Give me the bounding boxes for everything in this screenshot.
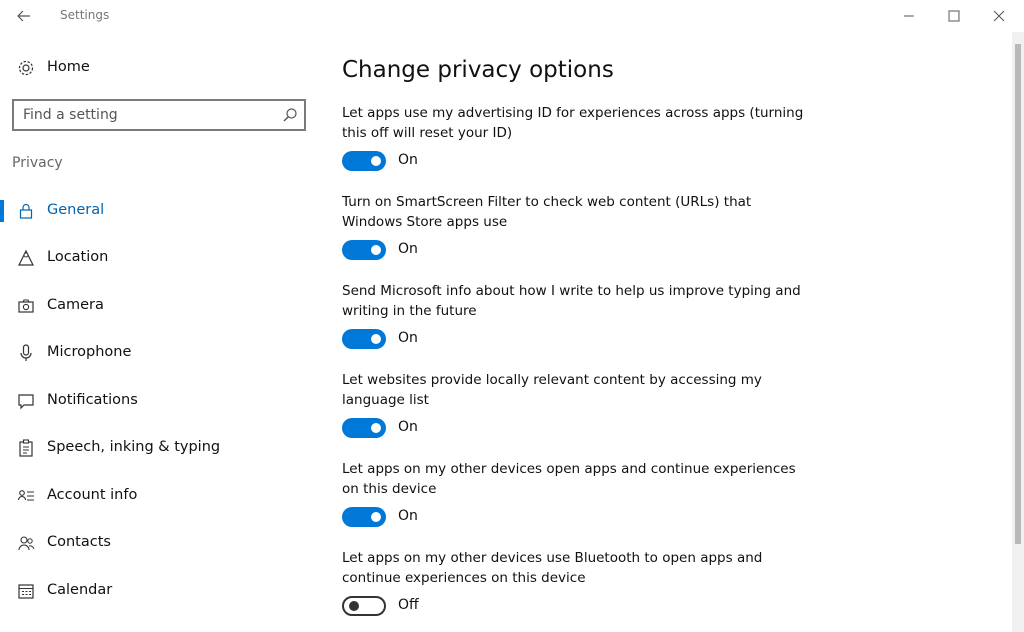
toggle-row: On <box>342 329 482 351</box>
setting-advertising-id: Let apps use my advertising ID for exper… <box>342 103 812 171</box>
sidebar-item-speech[interactable]: Speech, inking & typing <box>0 428 322 468</box>
toggle-state-label: On <box>398 330 418 346</box>
main-content: Change privacy options Let apps use my a… <box>342 32 1002 632</box>
back-button[interactable] <box>14 6 36 26</box>
toggle-knob <box>349 601 359 611</box>
microphone-icon <box>16 343 36 363</box>
selection-indicator <box>0 200 4 222</box>
advertising-id-toggle[interactable] <box>342 151 386 171</box>
sidebar-item-label: Calendar <box>47 582 113 598</box>
setting-language-list: Let websites provide locally relevant co… <box>342 370 812 438</box>
maximize-icon <box>948 10 960 22</box>
smartscreen-toggle[interactable] <box>342 240 386 260</box>
sidebar-item-label: Contacts <box>47 534 111 550</box>
toggle-row: Off <box>342 596 482 618</box>
setting-description: Let apps on my other devices use Bluetoo… <box>342 550 763 586</box>
setting-description: Send Microsoft info about how I write to… <box>342 283 801 319</box>
sidebar-item-contacts[interactable]: Contacts <box>0 523 322 563</box>
setting-description: Turn on SmartScreen Filter to check web … <box>342 194 752 230</box>
sidebar-item-microphone[interactable]: Microphone <box>0 333 322 373</box>
back-arrow-icon <box>17 10 30 22</box>
contacts-icon <box>16 533 36 553</box>
search-icon[interactable] <box>282 107 298 123</box>
sidebar-item-label: Microphone <box>47 344 132 360</box>
toggle-knob <box>371 423 381 433</box>
page-title: Change privacy options <box>342 57 614 83</box>
other-devices-apps-toggle[interactable] <box>342 507 386 527</box>
sidebar-item-account-info[interactable]: Account info <box>0 476 322 516</box>
close-icon <box>993 10 1005 22</box>
toggle-row: On <box>342 151 482 173</box>
close-button[interactable] <box>988 6 1010 26</box>
toggle-state-label: On <box>398 241 418 257</box>
setting-description: Let apps on my other devices open apps a… <box>342 461 796 497</box>
clipboard-icon <box>16 438 36 458</box>
scrollbar-thumb[interactable] <box>1015 44 1021 544</box>
setting-typing-info: Send Microsoft info about how I write to… <box>342 281 812 349</box>
setting-other-devices-apps: Let apps on my other devices open apps a… <box>342 459 812 527</box>
lock-icon <box>16 201 36 221</box>
location-icon <box>16 248 36 268</box>
toggle-knob <box>371 512 381 522</box>
window-title: Settings <box>60 8 110 22</box>
sidebar-item-label: Camera <box>47 297 104 313</box>
sidebar-item-general[interactable]: General <box>0 191 322 231</box>
sidebar-item-camera[interactable]: Camera <box>0 286 322 326</box>
toggle-state-label: On <box>398 419 418 435</box>
sidebar-item-label: Notifications <box>47 392 138 408</box>
typing-info-toggle[interactable] <box>342 329 386 349</box>
toggle-state-label: Off <box>398 597 419 613</box>
toggle-knob <box>371 245 381 255</box>
scrollbar[interactable] <box>1012 32 1024 632</box>
toggle-row: On <box>342 240 482 262</box>
sidebar-item-location[interactable]: Location <box>0 238 322 278</box>
toggle-state-label: On <box>398 152 418 168</box>
sidebar-item-label: Location <box>47 249 109 265</box>
bluetooth-devices-toggle[interactable] <box>342 596 386 616</box>
language-list-toggle[interactable] <box>342 418 386 438</box>
calendar-icon <box>16 581 36 601</box>
toggle-knob <box>371 156 381 166</box>
sidebar-item-label: Speech, inking & typing <box>47 439 221 455</box>
toggle-row: On <box>342 418 482 440</box>
section-heading: Privacy <box>12 155 63 171</box>
setting-description: Let websites provide locally relevant co… <box>342 372 762 408</box>
sidebar-item-label: General <box>47 202 105 218</box>
notifications-icon <box>16 391 36 411</box>
home-nav-item[interactable]: Home <box>0 48 322 88</box>
sidebar-item-label: Account info <box>47 487 138 503</box>
sidebar-item-calendar[interactable]: Calendar <box>0 571 322 611</box>
toggle-knob <box>371 334 381 344</box>
search-input[interactable] <box>23 106 273 124</box>
search-box[interactable] <box>12 99 306 131</box>
camera-icon <box>16 296 36 316</box>
setting-description: Let apps use my advertising ID for exper… <box>342 105 804 141</box>
title-bar: Settings <box>0 0 1024 32</box>
gear-icon <box>16 58 36 78</box>
setting-bluetooth-devices: Let apps on my other devices use Bluetoo… <box>342 548 812 616</box>
minimize-icon <box>904 15 914 17</box>
home-label: Home <box>47 59 90 75</box>
minimize-button[interactable] <box>898 6 920 26</box>
toggle-state-label: On <box>398 508 418 524</box>
sidebar: Home Privacy General Location Camera Mic… <box>0 32 322 632</box>
maximize-button[interactable] <box>943 6 965 26</box>
account-info-icon <box>16 486 36 506</box>
toggle-row: On <box>342 507 482 529</box>
sidebar-item-notifications[interactable]: Notifications <box>0 381 322 421</box>
setting-smartscreen: Turn on SmartScreen Filter to check web … <box>342 192 812 260</box>
